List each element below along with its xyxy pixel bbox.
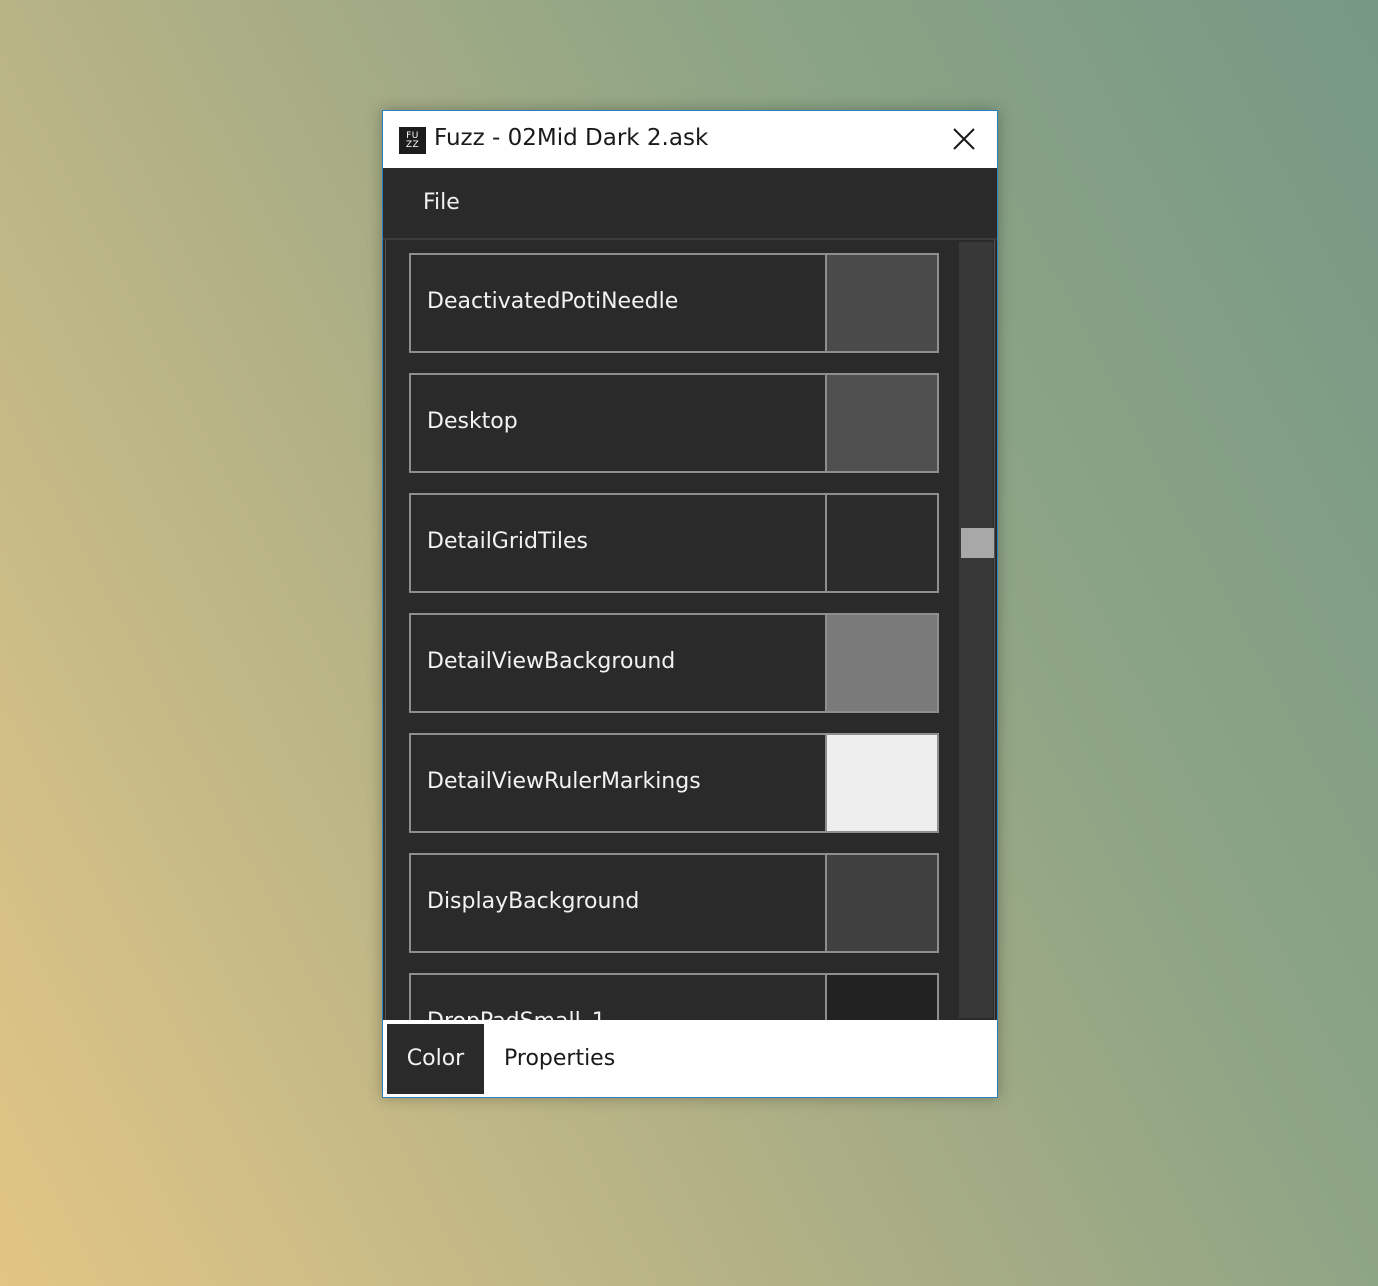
vertical-scrollbar[interactable] [959, 242, 994, 1018]
color-row-detailviewbackground[interactable]: DetailViewBackground [409, 613, 939, 713]
close-button[interactable] [929, 111, 997, 168]
color-row-label: DetailViewBackground [427, 649, 676, 674]
color-row-label: DisplayBackground [427, 889, 640, 914]
color-row-desktop[interactable]: Desktop [409, 373, 939, 473]
color-row-detailgridtiles[interactable]: DetailGridTiles [409, 493, 939, 593]
color-swatch[interactable] [825, 975, 937, 1020]
tab-properties[interactable]: Properties [504, 1024, 615, 1094]
menu-file[interactable]: File [423, 190, 460, 215]
color-swatch[interactable] [825, 855, 937, 951]
color-row-label: Desktop [427, 409, 518, 434]
color-swatch[interactable] [825, 615, 937, 711]
tab-bar: Color Properties [383, 1020, 997, 1097]
window-title: Fuzz - 02Mid Dark 2.ask [434, 125, 709, 151]
app-window: FU ZZ Fuzz - 02Mid Dark 2.ask File Deact… [382, 110, 998, 1098]
tab-color[interactable]: Color [387, 1024, 484, 1094]
color-list: DeactivatedPotiNeedle Desktop DetailGrid… [409, 253, 939, 1020]
color-row-label: DropPadSmall_1 [427, 1009, 606, 1020]
color-row-label: DetailGridTiles [427, 529, 588, 554]
color-row-droppadsmall-1[interactable]: DropPadSmall_1 [409, 973, 939, 1020]
scrollbar-thumb[interactable] [961, 528, 994, 558]
color-row-deactivatedpotineedle[interactable]: DeactivatedPotiNeedle [409, 253, 939, 353]
close-icon [953, 128, 975, 150]
menu-bar: File [383, 168, 997, 240]
color-row-label: DetailViewRulerMarkings [427, 769, 701, 794]
color-swatch[interactable] [825, 375, 937, 471]
color-row-displaybackground[interactable]: DisplayBackground [409, 853, 939, 953]
color-swatch[interactable] [825, 255, 937, 351]
color-swatch[interactable] [825, 495, 937, 591]
color-row-detailviewrulermarkings[interactable]: DetailViewRulerMarkings [409, 733, 939, 833]
title-bar[interactable]: FU ZZ Fuzz - 02Mid Dark 2.ask [383, 111, 997, 168]
color-swatch[interactable] [825, 735, 937, 831]
app-logo-text-bottom: ZZ [405, 139, 420, 150]
app-logo-icon: FU ZZ [399, 127, 426, 154]
color-row-label: DeactivatedPotiNeedle [427, 289, 679, 314]
color-list-panel: DeactivatedPotiNeedle Desktop DetailGrid… [385, 240, 995, 1020]
